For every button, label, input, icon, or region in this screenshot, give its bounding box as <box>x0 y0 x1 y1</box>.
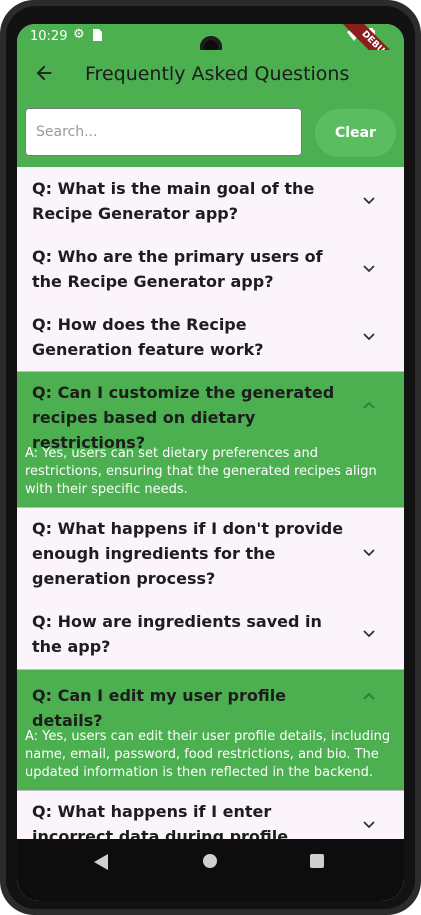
faq-question: Q: How does the Recipe Generation featur… <box>32 315 264 359</box>
faq-answer: A: Yes, users can edit their user profil… <box>25 729 391 780</box>
chevron-down-icon[interactable] <box>361 545 377 561</box>
settings-icon: ⚙ <box>73 27 85 42</box>
clear-button[interactable]: Clear <box>315 109 396 157</box>
chevron-down-icon[interactable] <box>361 626 377 642</box>
faq-question: Q: Who are the primary users of the Reci… <box>32 247 323 291</box>
status-time: 10:29 <box>30 29 68 44</box>
nav-recents-icon[interactable] <box>310 854 324 868</box>
app-bar: Frequently Asked Questions <box>17 50 404 100</box>
screen: 10:29 ⚙ DEBUG Frequently Asked Questions <box>17 24 404 901</box>
faq-list: Q: What is the main goal of the Recipe G… <box>17 167 404 847</box>
faq-question: Q: What is the main goal of the Recipe G… <box>32 179 315 223</box>
chevron-down-icon[interactable] <box>361 817 377 833</box>
faq-item-expanded[interactable]: Q: Can I customize the generated recipes… <box>17 371 404 508</box>
faq-item[interactable]: Q: What is the main goal of the Recipe G… <box>17 167 404 235</box>
chevron-down-icon[interactable] <box>361 329 377 345</box>
faq-item[interactable]: Q: Who are the primary users of the Reci… <box>17 235 404 303</box>
chevron-up-icon[interactable] <box>361 397 377 413</box>
search-input[interactable] <box>25 108 302 156</box>
chevron-up-icon[interactable] <box>361 688 377 704</box>
nav-home-icon[interactable] <box>203 854 217 868</box>
chevron-down-icon[interactable] <box>361 261 377 277</box>
search-bar: Clear <box>17 100 404 167</box>
faq-answer: A: Yes, users can set dietary preference… <box>25 446 377 497</box>
faq-question: Q: What happens if I don't provide enoug… <box>32 519 344 588</box>
faq-item[interactable]: Q: How are ingredients saved in the app? <box>17 601 404 669</box>
faq-item[interactable]: Q: How does the Recipe Generation featur… <box>17 303 404 371</box>
arrow-back-icon[interactable] <box>33 62 55 84</box>
nav-back-icon[interactable] <box>94 854 108 870</box>
faq-item[interactable]: Q: What happens if I don't provide enoug… <box>17 508 404 601</box>
navigation-bar <box>17 839 404 901</box>
page-title: Frequently Asked Questions <box>85 63 350 85</box>
faq-question: Q: How are ingredients saved in the app? <box>32 612 322 656</box>
chevron-down-icon[interactable] <box>361 193 377 209</box>
faq-question: Q: Can I customize the generated recipes… <box>32 383 335 452</box>
device-frame: 10:29 ⚙ DEBUG Frequently Asked Questions <box>0 0 421 915</box>
faq-question: Q: Can I edit my user profile details? <box>32 686 287 730</box>
faq-item-expanded[interactable]: Q: Can I edit my user profile details? A… <box>17 669 404 791</box>
sim-card-icon <box>93 29 102 45</box>
